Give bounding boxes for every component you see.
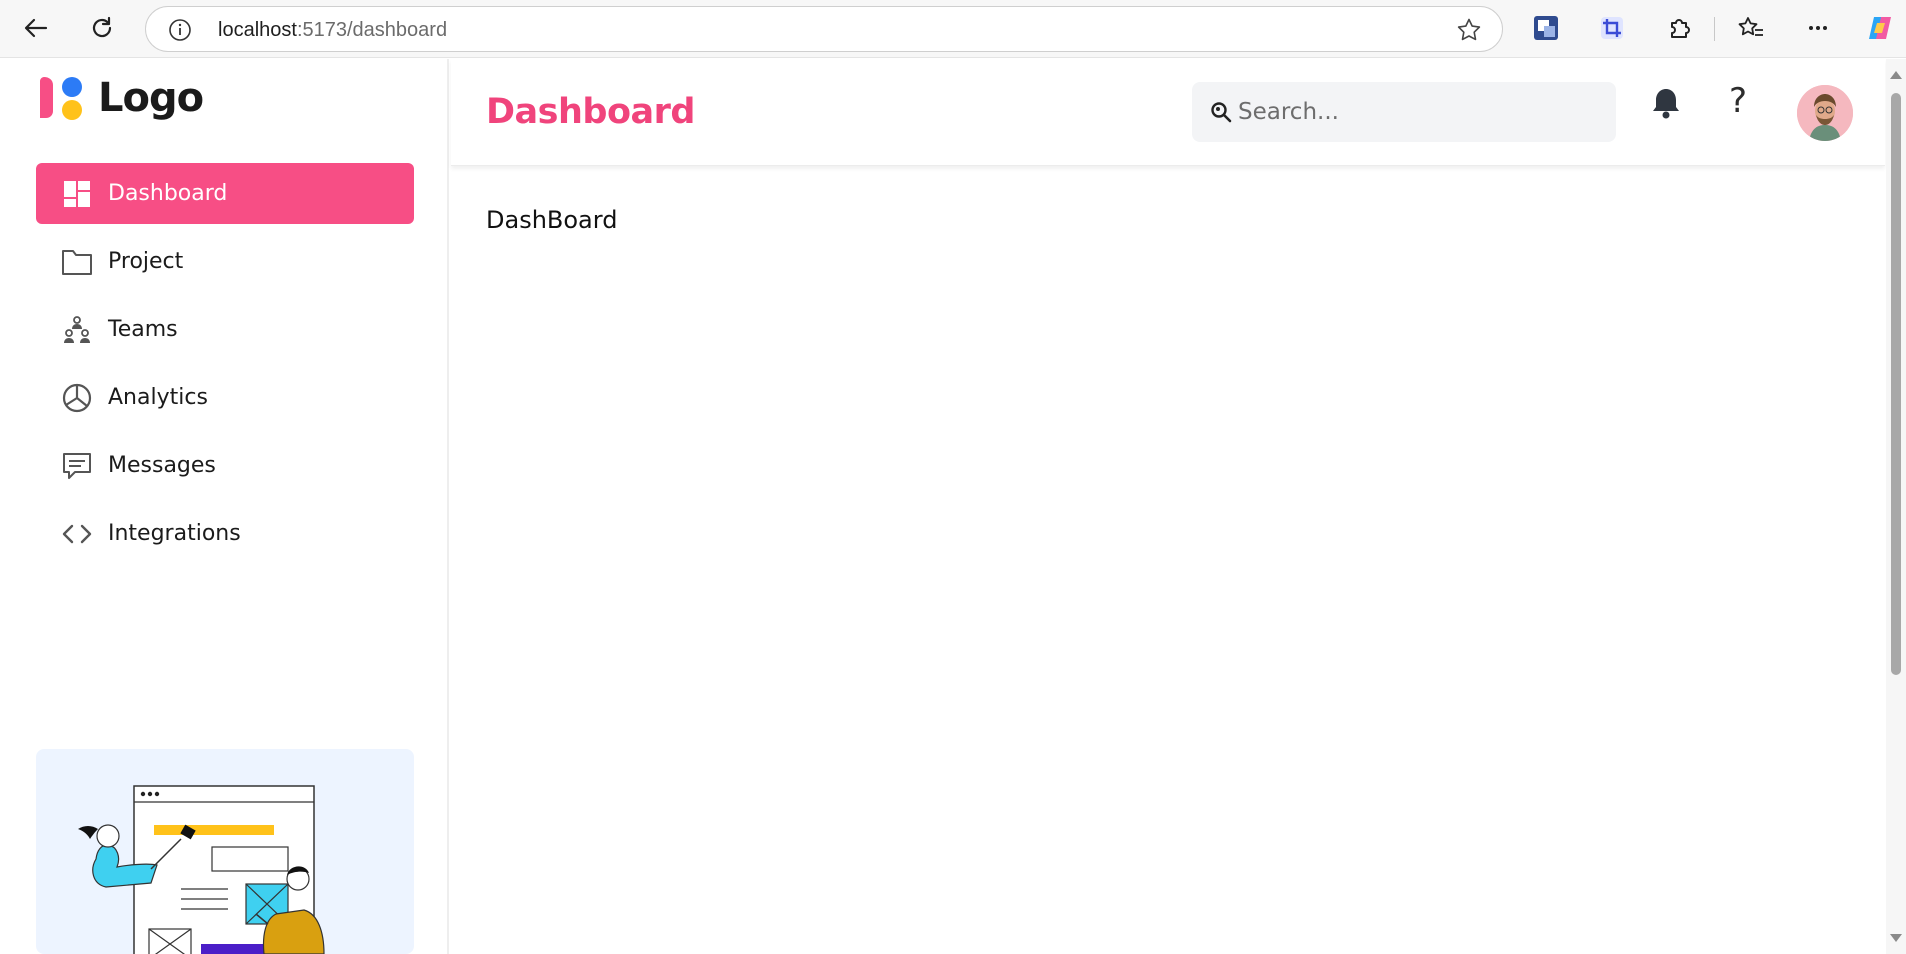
url-host: localhost bbox=[218, 19, 297, 41]
extensions-puzzle-icon[interactable] bbox=[1664, 12, 1696, 44]
help-icon[interactable]: ? bbox=[1729, 81, 1747, 121]
scroll-down-arrow-icon[interactable] bbox=[1890, 934, 1902, 942]
toolbar-divider bbox=[1714, 17, 1715, 41]
search-input[interactable] bbox=[1238, 82, 1598, 142]
sidebar-item-label: Dashboard bbox=[108, 181, 228, 206]
scrollbar[interactable] bbox=[1886, 59, 1906, 954]
code-icon bbox=[60, 517, 94, 551]
teams-icon bbox=[60, 313, 94, 347]
more-menu-icon[interactable] bbox=[1802, 12, 1834, 44]
sidebar-item-label: Integrations bbox=[108, 521, 241, 546]
crop-extension-icon[interactable] bbox=[1596, 12, 1628, 44]
site-info-icon[interactable] bbox=[168, 18, 192, 47]
translate-extension-icon[interactable] bbox=[1530, 12, 1562, 44]
page-title: Dashboard bbox=[486, 92, 695, 132]
logo[interactable]: Logo bbox=[38, 73, 204, 123]
sidebar-item-project[interactable]: Project bbox=[36, 231, 414, 292]
main-content-text: DashBoard bbox=[486, 206, 618, 234]
sidebar-item-analytics[interactable]: Analytics bbox=[36, 367, 414, 428]
sidebar-item-label: Teams bbox=[108, 317, 178, 342]
sidebar: Logo Dashboard Project Teams Analytics M… bbox=[0, 59, 449, 954]
scroll-up-arrow-icon[interactable] bbox=[1890, 71, 1902, 79]
pie-chart-icon bbox=[60, 381, 94, 415]
logo-mark-icon bbox=[38, 73, 88, 123]
refresh-icon[interactable] bbox=[84, 10, 120, 46]
url-text[interactable]: localhost:5173/dashboard bbox=[218, 19, 447, 42]
sidebar-item-messages[interactable]: Messages bbox=[36, 435, 414, 496]
browser-toolbar: localhost:5173/dashboard bbox=[0, 0, 1906, 58]
team-illustration bbox=[78, 785, 325, 954]
favorite-star-icon[interactable] bbox=[1456, 17, 1482, 48]
back-arrow-icon[interactable] bbox=[18, 10, 54, 46]
sidebar-item-integrations[interactable]: Integrations bbox=[36, 503, 414, 564]
favorites-icon[interactable] bbox=[1735, 12, 1767, 44]
promo-illustration-card bbox=[36, 749, 414, 954]
search-box[interactable] bbox=[1192, 82, 1616, 142]
sidebar-item-label: Analytics bbox=[108, 385, 208, 410]
folder-icon bbox=[60, 245, 94, 279]
sidebar-item-teams[interactable]: Teams bbox=[36, 299, 414, 360]
copilot-icon[interactable] bbox=[1864, 12, 1896, 44]
scroll-thumb[interactable] bbox=[1891, 93, 1901, 675]
message-icon bbox=[60, 449, 94, 483]
search-icon bbox=[1210, 101, 1232, 128]
url-path: :5173/dashboard bbox=[296, 19, 448, 41]
sidebar-nav: Dashboard Project Teams Analytics Messag… bbox=[36, 163, 414, 571]
bell-icon[interactable] bbox=[1650, 86, 1682, 125]
dashboard-icon bbox=[60, 177, 94, 211]
sidebar-item-label: Messages bbox=[108, 453, 216, 478]
sidebar-item-dashboard[interactable]: Dashboard bbox=[36, 163, 414, 224]
top-header: Dashboard ? bbox=[451, 59, 1885, 166]
sidebar-item-label: Project bbox=[108, 249, 184, 274]
logo-text: Logo bbox=[98, 75, 204, 121]
address-bar[interactable]: localhost:5173/dashboard bbox=[145, 6, 1503, 52]
avatar[interactable] bbox=[1797, 85, 1853, 141]
